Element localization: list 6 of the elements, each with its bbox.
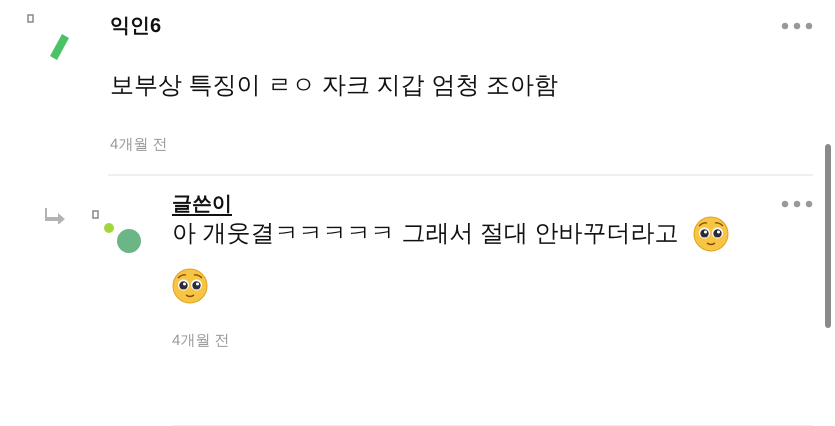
timestamp: 4개월 전 — [110, 135, 169, 155]
comment-text: 아 개웃결ㅋㅋㅋㅋㅋ 그래서 절대 안바꾸더라고 — [172, 219, 679, 249]
comment-text: 보부상 특징이 ㄹㅇ 자크 지갑 엄청 조아함 — [110, 71, 558, 101]
timestamp: 4개월 전 — [172, 331, 231, 351]
author-name[interactable]: 글쓴이 — [172, 189, 232, 219]
author-name: 익인6 — [110, 14, 162, 39]
